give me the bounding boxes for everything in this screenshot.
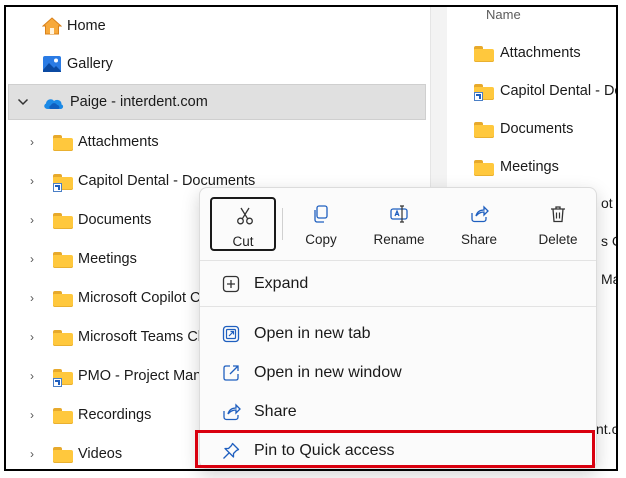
menu-item-label: Expand: [254, 275, 309, 292]
home-icon: [42, 17, 62, 35]
list-item-partial-label: s C: [601, 233, 616, 249]
folder-icon: [474, 121, 494, 138]
rename-button[interactable]: Rename: [366, 197, 432, 251]
highlight-annotation-box: [195, 430, 595, 468]
scissors-icon: [237, 207, 253, 225]
share-label: Share: [460, 232, 498, 247]
list-item-partial-label: Man: [601, 271, 616, 287]
list-item[interactable]: Capitol Dental - Do: [474, 79, 618, 103]
open-new-tab-icon: [222, 325, 240, 343]
menu-item-label: Share: [254, 403, 297, 420]
delete-label: Delete: [538, 232, 578, 247]
onedrive-cloud-icon: [44, 99, 64, 109]
rename-label: Rename: [373, 232, 425, 247]
list-item-label: Capitol Dental - Do: [500, 83, 618, 99]
nav-item-home[interactable]: Home: [6, 7, 426, 45]
chevron-right-icon[interactable]: ›: [26, 135, 38, 149]
nav-item-label: Recordings: [78, 407, 152, 423]
shortcut-folder-icon: [474, 83, 494, 101]
delete-button[interactable]: Delete: [525, 197, 591, 251]
nav-item-label: Attachments: [78, 134, 159, 150]
chevron-right-icon[interactable]: ›: [26, 174, 38, 188]
chevron-right-icon[interactable]: ›: [26, 330, 38, 344]
context-menu: Cut Copy Rename Share Delete Expand Open…: [199, 187, 597, 469]
folder-icon: [53, 446, 73, 464]
menu-item-share[interactable]: Share: [204, 394, 592, 430]
nav-item-label: Meetings: [78, 251, 137, 267]
list-item-label: Attachments: [500, 45, 581, 61]
toolbar-divider: [282, 208, 283, 240]
menu-divider: [200, 306, 596, 307]
nav-item-label: Videos: [78, 446, 123, 462]
chevron-right-icon[interactable]: ›: [26, 408, 38, 422]
nav-item-label: PMO - Project Mana: [78, 368, 210, 384]
nav-item-label: Documents: [78, 212, 152, 228]
folder-icon: [53, 251, 73, 269]
chevron-right-icon[interactable]: ›: [26, 213, 38, 227]
list-item-label: Documents: [500, 121, 574, 137]
nav-item-onedrive-paige[interactable]: Paige - interdent.com: [8, 84, 426, 120]
menu-item-label: Open in new tab: [254, 325, 371, 342]
expand-plus-icon: [222, 275, 240, 293]
nav-item-label: Gallery: [67, 56, 113, 72]
folder-icon: [53, 329, 73, 347]
nav-item-label: Home: [67, 18, 106, 34]
chevron-right-icon[interactable]: ›: [26, 369, 38, 383]
menu-item-open-in-new-tab[interactable]: Open in new tab: [204, 316, 592, 352]
open-new-window-icon: [223, 365, 239, 381]
share-icon: [471, 205, 489, 223]
folder-icon: [53, 212, 73, 230]
chevron-right-icon[interactable]: ›: [26, 447, 38, 461]
rename-icon: [390, 205, 408, 223]
folder-icon: [53, 134, 73, 152]
list-item[interactable]: Meetings: [474, 155, 559, 179]
chevron-right-icon[interactable]: ›: [26, 252, 38, 266]
list-item[interactable]: Attachments: [474, 41, 581, 65]
column-header-name[interactable]: Name: [486, 7, 521, 22]
chevron-right-icon[interactable]: ›: [26, 291, 38, 305]
shortcut-folder-icon: [53, 368, 73, 387]
shortcut-folder-icon: [53, 173, 73, 192]
menu-divider: [200, 260, 596, 261]
menu-item-open-in-new-window[interactable]: Open in new window: [204, 355, 592, 391]
folder-icon: [474, 159, 494, 176]
list-item[interactable]: Documents: [474, 117, 573, 141]
copy-label: Copy: [305, 232, 337, 247]
list-item-partial-label: nt.co: [596, 421, 618, 437]
chevron-down-icon[interactable]: [17, 97, 29, 107]
list-item-partial-label: ot C: [601, 195, 616, 211]
nav-item-label: Microsoft Teams Ch: [78, 329, 206, 345]
nav-item-gallery[interactable]: Gallery: [6, 45, 426, 83]
folder-icon: [53, 407, 73, 425]
share-icon: [223, 403, 241, 421]
menu-item-expand[interactable]: Expand: [204, 266, 592, 302]
cut-label: Cut: [232, 234, 254, 249]
nav-item-attachments[interactable]: › Attachments: [6, 123, 426, 161]
folder-icon: [53, 290, 73, 308]
menu-item-label: Open in new window: [254, 364, 402, 381]
copy-icon: [314, 205, 328, 223]
nav-item-label: Paige - interdent.com: [70, 94, 208, 110]
share-button[interactable]: Share: [446, 197, 512, 251]
cut-button[interactable]: Cut: [210, 197, 276, 251]
nav-item-label: Microsoft Copilot C: [78, 290, 201, 306]
folder-icon: [474, 45, 494, 62]
gallery-icon: [43, 56, 61, 72]
list-item-label: Meetings: [500, 159, 559, 175]
copy-button[interactable]: Copy: [288, 197, 354, 251]
trash-icon: [551, 206, 565, 223]
